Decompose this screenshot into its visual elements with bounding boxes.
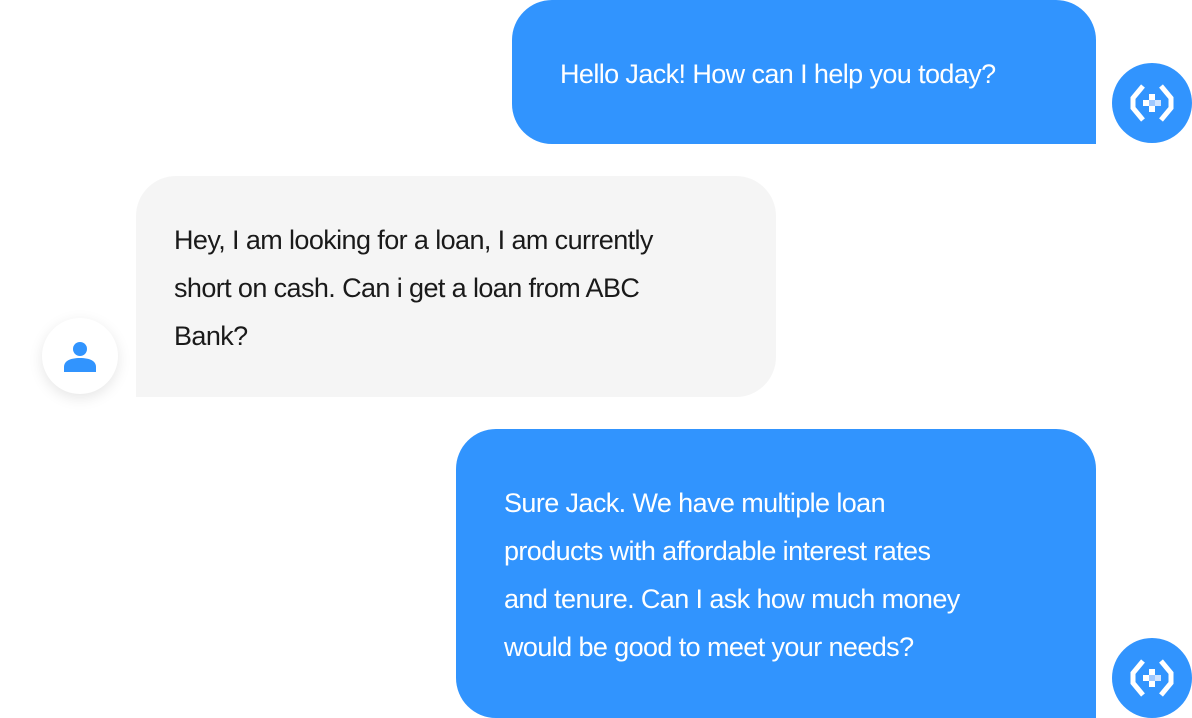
user-avatar	[42, 318, 118, 394]
bot-message-bubble: Sure Jack. We have multiple loan product…	[456, 429, 1096, 718]
bot-message-bubble: Hello Jack! How can I help you today?	[512, 0, 1096, 144]
bot-avatar	[1112, 63, 1192, 143]
message-line: products with affordable interest rates	[504, 536, 931, 566]
user-icon	[64, 342, 96, 372]
message-line: would be good to meet your needs?	[504, 632, 914, 662]
message-line: Sure Jack. We have multiple loan	[504, 488, 886, 518]
user-message-bubble: Hey, I am looking for a loan, I am curre…	[136, 176, 776, 397]
message-line: Bank?	[174, 321, 248, 351]
message-line: Hey, I am looking for a loan, I am curre…	[174, 225, 653, 255]
bot-logo-icon	[1130, 84, 1174, 122]
message-text: Hello Jack! How can I help you today?	[560, 59, 996, 89]
message-line: and tenure. Can I ask how much money	[504, 584, 960, 614]
bot-logo-icon	[1130, 659, 1174, 697]
message-line: short on cash. Can i get a loan from ABC	[174, 273, 640, 303]
bot-avatar	[1112, 638, 1192, 718]
